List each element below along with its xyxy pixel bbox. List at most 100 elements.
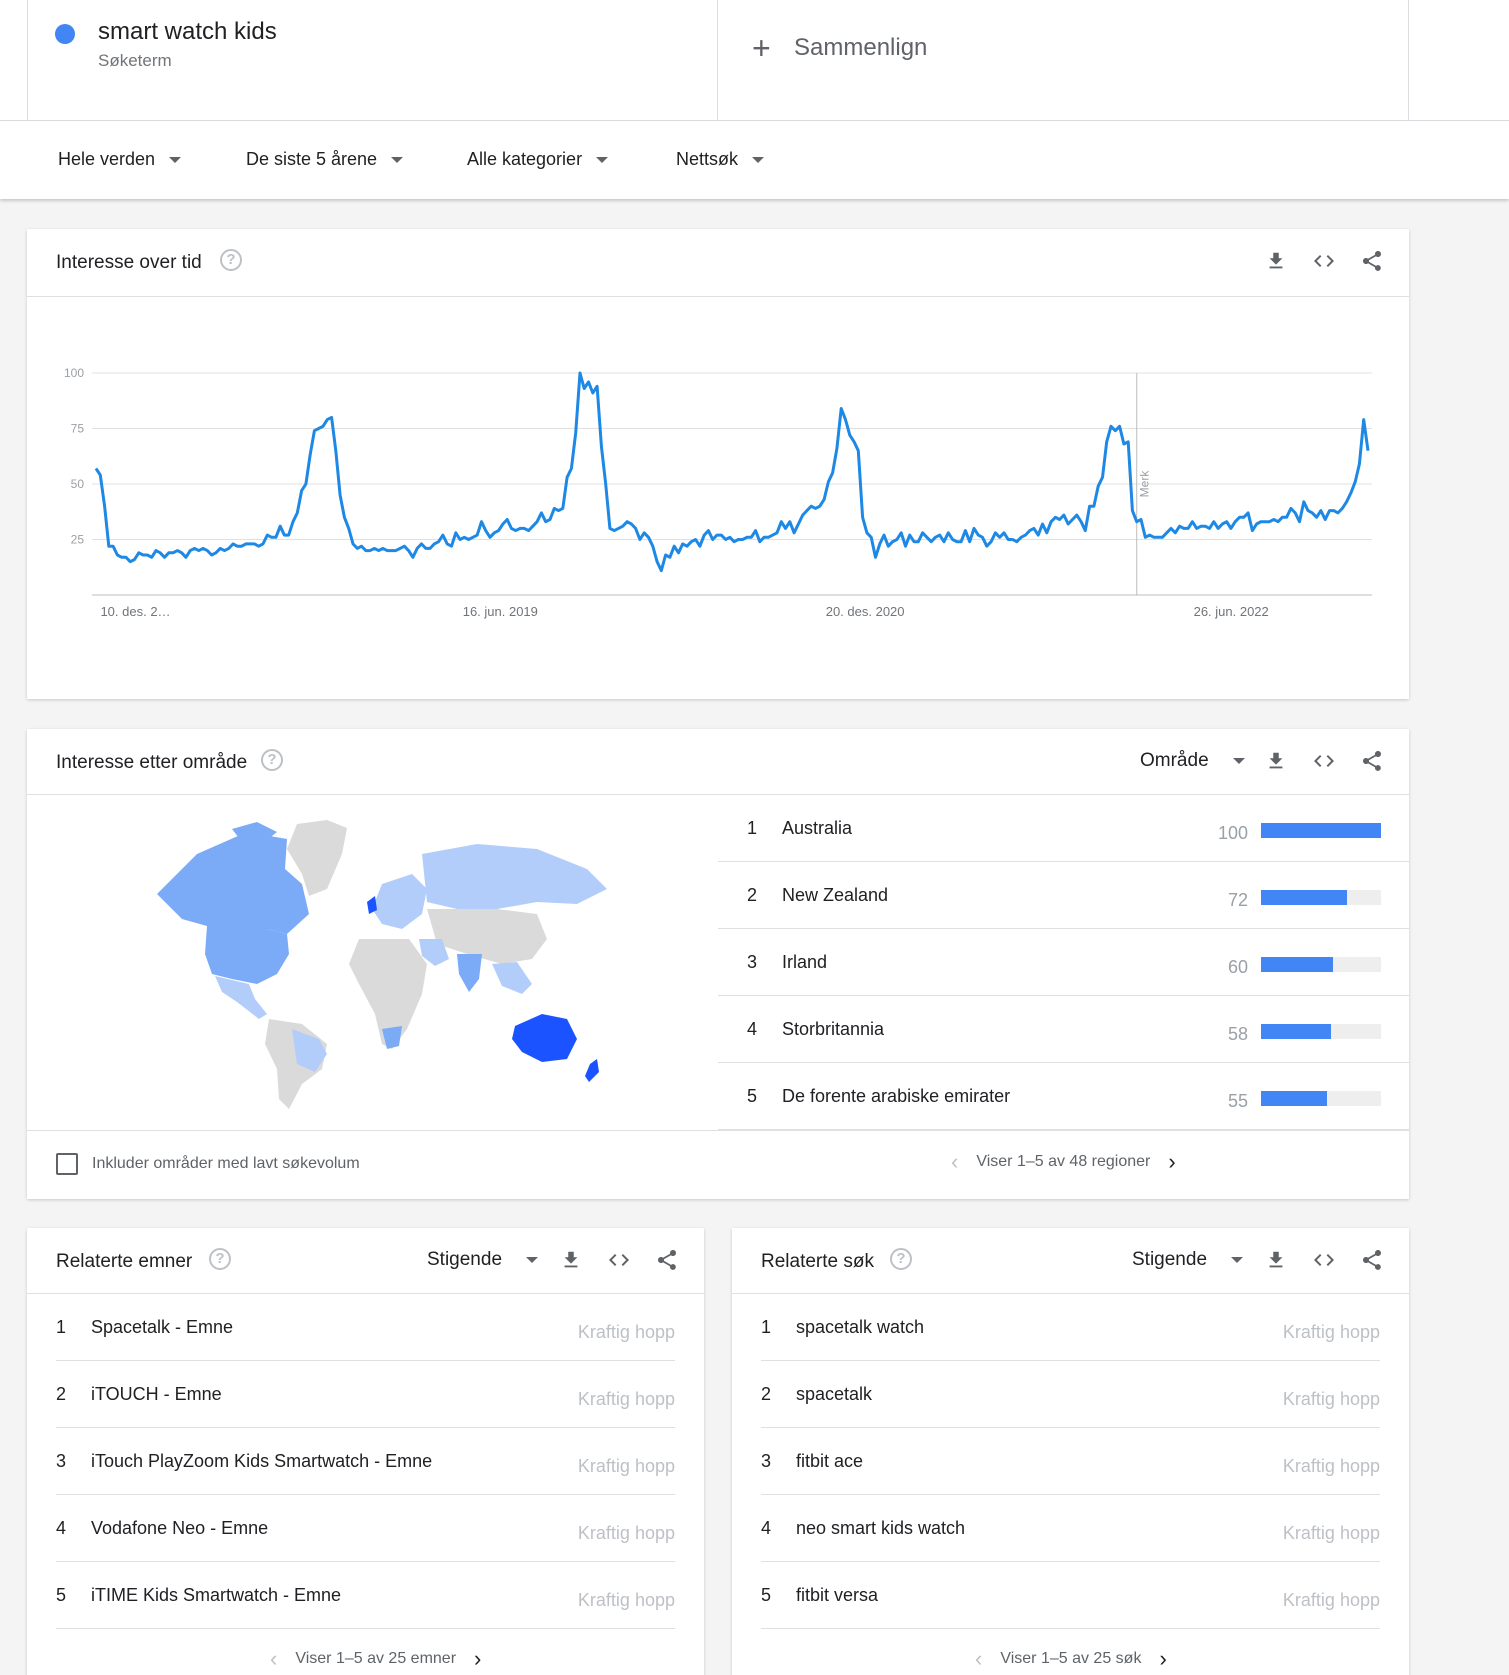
region-row[interactable]: 1 Australia 100 (718, 795, 1409, 862)
caret-down-icon (1231, 1257, 1244, 1263)
region-row[interactable]: 5 De forente arabiske emirater 55 (718, 1063, 1409, 1130)
caret-down-icon (169, 156, 182, 163)
related-query-row[interactable]: 4 neo smart kids watch Kraftig hopp (761, 1495, 1380, 1562)
filter-search-type[interactable]: Nettsøk (676, 149, 765, 170)
chevron-right-icon[interactable]: › (456, 1646, 499, 1672)
share-icon[interactable] (1359, 1247, 1385, 1273)
map-region-canada (157, 832, 309, 934)
low-volume-checkbox[interactable] (56, 1153, 78, 1175)
embed-code-icon[interactable] (1311, 1247, 1337, 1273)
share-icon[interactable] (1359, 748, 1385, 774)
region-value: 72 (1227, 890, 1248, 910)
related-queries-sort-select[interactable]: Stigende (1132, 1249, 1244, 1271)
related-topic-row[interactable]: 3 iTouch PlayZoom Kids Smartwatch - Emne… (56, 1428, 675, 1495)
download-icon[interactable] (1263, 1247, 1289, 1273)
related-topic-row[interactable]: 1 Spacetalk - Emne Kraftig hopp (56, 1294, 675, 1361)
related-topic-value: Kraftig hopp (577, 1389, 675, 1409)
region-value: 60 (1227, 957, 1248, 977)
filter-time[interactable]: De siste 5 årene (246, 149, 404, 170)
related-query-row[interactable]: 5 fitbit versa Kraftig hopp (761, 1562, 1380, 1629)
related-topic-row[interactable]: 5 iTIME Kids Smartwatch - Emne Kraftig h… (56, 1562, 675, 1629)
map-region-australia (512, 1014, 577, 1062)
related-queries-title: Relaterte søk (761, 1251, 874, 1272)
filter-region-label: Hele verden (58, 149, 156, 169)
chart-y-tick-label: 75 (71, 422, 85, 436)
interest-by-region-card: Interesse etter område ? Område 1 Austra… (27, 729, 1409, 1199)
embed-code-icon[interactable] (1311, 748, 1337, 774)
region-name: De forente arabiske emirater (782, 1086, 1011, 1106)
region-row[interactable]: 2 New Zealand 72 (718, 862, 1409, 929)
region-bar-fill (1261, 890, 1348, 905)
related-topic-name: Spacetalk - Emne (91, 1317, 234, 1337)
region-pager-text: Viser 1–5 av 48 regioner (976, 1153, 1151, 1170)
region-row[interactable]: 4 Storbritannia 58 (718, 996, 1409, 1063)
chart-x-tick-label: 16. jun. 2019 (463, 604, 538, 619)
filter-category-label: Alle kategorier (467, 149, 583, 169)
embed-code-icon[interactable] (606, 1247, 632, 1273)
search-term-bar: smart watch kids Søketerm + Sammenlign (0, 0, 1509, 121)
related-query-row[interactable]: 1 spacetalk watch Kraftig hopp (761, 1294, 1380, 1361)
related-query-rank: 5 (761, 1585, 772, 1605)
region-resolution-select[interactable]: Område (1140, 750, 1245, 772)
term-color-dot (55, 24, 75, 44)
related-topic-name: iTOUCH - Emne (91, 1384, 222, 1404)
help-icon[interactable]: ? (209, 1248, 231, 1270)
chart-x-tick-label: 20. des. 2020 (826, 604, 905, 619)
related-topic-row[interactable]: 2 iTOUCH - Emne Kraftig hopp (56, 1361, 675, 1428)
related-topic-name: iTouch PlayZoom Kids Smartwatch - Emne (91, 1451, 433, 1471)
chevron-right-icon[interactable]: › (1141, 1646, 1184, 1672)
region-bar-fill (1261, 957, 1333, 972)
filter-category[interactable]: Alle kategorier (467, 149, 609, 170)
search-term-card[interactable]: smart watch kids Søketerm (27, 0, 718, 121)
region-rank: 3 (747, 952, 758, 972)
related-queries-sort-label: Stigende (1132, 1249, 1208, 1270)
chart-series-line[interactable] (94, 371, 1370, 573)
related-topics-sort-label: Stigende (427, 1249, 503, 1270)
region-row[interactable]: 3 Irland 60 (718, 929, 1409, 996)
related-query-name: spacetalk watch (796, 1317, 925, 1337)
world-map[interactable] (137, 814, 617, 1114)
chart-x-tick-label: 10. des. 2… (100, 604, 170, 619)
chart-y-tick-label: 100 (64, 366, 84, 380)
chevron-left-icon[interactable]: ‹ (933, 1149, 976, 1175)
related-topics-sort-select[interactable]: Stigende (427, 1249, 539, 1271)
related-queries-pager-text: Viser 1–5 av 25 søk (1000, 1650, 1142, 1667)
compare-button[interactable]: + Sammenlign (718, 0, 1409, 121)
related-query-value: Kraftig hopp (1282, 1322, 1380, 1342)
related-query-value: Kraftig hopp (1282, 1456, 1380, 1476)
region-bar-track (1261, 890, 1381, 905)
map-region-new-zealand (585, 1059, 599, 1082)
filter-time-label: De siste 5 årene (246, 149, 378, 169)
region-bar-fill (1261, 1024, 1331, 1039)
related-query-value: Kraftig hopp (1282, 1389, 1380, 1409)
region-value: 55 (1227, 1091, 1248, 1111)
download-icon[interactable] (1263, 748, 1289, 774)
region-name: Irland (782, 952, 828, 972)
map-region-india (457, 954, 482, 992)
related-query-row[interactable]: 3 fitbit ace Kraftig hopp (761, 1428, 1380, 1495)
help-icon[interactable]: ? (261, 749, 283, 771)
related-topics-card: Relaterte emner ? Stigende 1 Spacetalk -… (27, 1228, 704, 1675)
chevron-right-icon[interactable]: › (1150, 1149, 1193, 1175)
filter-search-type-label: Nettsøk (676, 149, 739, 169)
related-topic-value: Kraftig hopp (577, 1523, 675, 1543)
region-rank: 5 (747, 1086, 758, 1106)
search-term-type: Søketerm (98, 51, 172, 70)
help-icon[interactable]: ? (890, 1248, 912, 1270)
caret-down-icon (752, 156, 765, 163)
download-icon[interactable] (558, 1247, 584, 1273)
related-topic-value: Kraftig hopp (577, 1590, 675, 1610)
related-topic-rank: 1 (56, 1317, 67, 1337)
caret-down-icon (526, 1257, 539, 1263)
chevron-left-icon[interactable]: ‹ (252, 1646, 295, 1672)
region-rank: 1 (747, 818, 758, 838)
chart-y-tick-label: 25 (71, 533, 85, 547)
share-icon[interactable] (654, 1247, 680, 1273)
region-pager: ‹ Viser 1–5 av 48 regioner › (933, 1149, 1194, 1175)
related-topic-name: Vodafone Neo - Emne (91, 1518, 269, 1538)
filter-region[interactable]: Hele verden (58, 149, 182, 170)
related-query-row[interactable]: 2 spacetalk Kraftig hopp (761, 1361, 1380, 1428)
related-query-rank: 2 (761, 1384, 772, 1404)
related-topic-row[interactable]: 4 Vodafone Neo - Emne Kraftig hopp (56, 1495, 675, 1562)
chevron-left-icon[interactable]: ‹ (957, 1646, 1000, 1672)
